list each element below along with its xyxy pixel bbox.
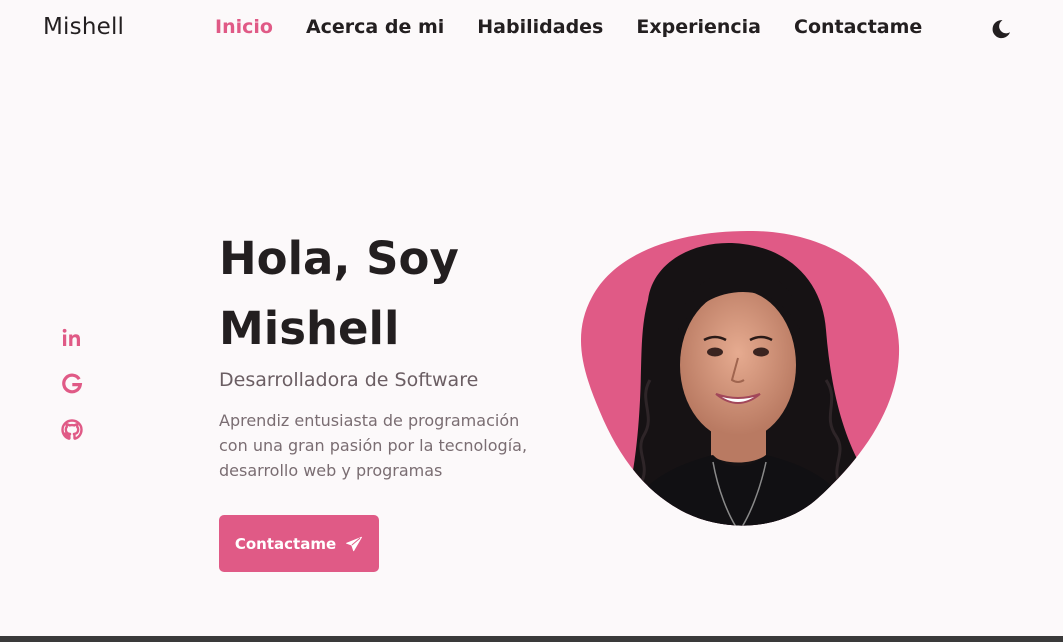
- social-links: [60, 326, 84, 442]
- nav-inicio[interactable]: Inicio: [215, 16, 273, 38]
- nav-habilidades[interactable]: Habilidades: [477, 16, 603, 38]
- hero-title-line2: Mishell: [219, 302, 400, 355]
- contact-button[interactable]: Contactame: [219, 515, 379, 572]
- send-icon: [346, 536, 363, 551]
- nav-experiencia[interactable]: Experiencia: [636, 16, 761, 38]
- nav-acerca[interactable]: Acerca de mi: [306, 16, 444, 38]
- moon-icon[interactable]: [989, 17, 1013, 41]
- profile-image: [578, 230, 900, 530]
- header: Mishell Inicio Acerca de mi Habilidades …: [0, 0, 1063, 60]
- hero-description: Aprendiz entusiasta de programación con …: [219, 411, 528, 480]
- bottom-divider: [0, 636, 1063, 642]
- hero-title-line1: Hola, Soy: [219, 232, 459, 285]
- contact-button-label: Contactame: [234, 534, 337, 553]
- github-icon[interactable]: [60, 418, 84, 442]
- nav-contactame[interactable]: Contactame: [794, 16, 922, 38]
- hero-subtitle: Desarrolladora de Software: [219, 369, 479, 391]
- linkedin-icon[interactable]: [60, 326, 84, 350]
- logo[interactable]: Mishell: [43, 14, 124, 40]
- main-nav: Inicio Acerca de mi Habilidades Experien…: [215, 16, 922, 38]
- hero-title: Hola, Soy Mishell: [219, 224, 559, 364]
- google-icon[interactable]: [60, 372, 84, 396]
